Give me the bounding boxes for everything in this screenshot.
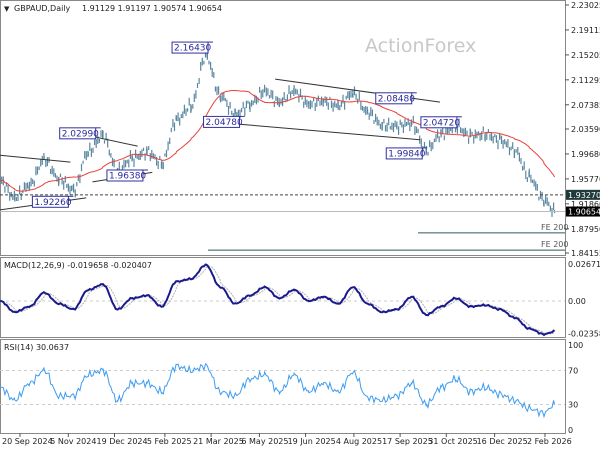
x-tick-label: 31 Oct 2025 (428, 437, 477, 446)
y-tick-label: 1.91860 (571, 200, 600, 209)
price-annotation-label: 2.08480 (378, 94, 415, 104)
rsi-tick-label: 0 (568, 426, 573, 435)
ohlc-values: 1.91129 1.91197 1.90574 1.90654 (82, 4, 222, 13)
fe-label: FE 200 (541, 223, 568, 232)
price-level-label: 1.93270 (568, 191, 600, 200)
price-annotation-label: 1.99840 (388, 149, 425, 159)
x-tick-label: 2 Feb 2026 (527, 437, 572, 446)
y-tick-label: 1.84155 (571, 249, 600, 258)
x-tick-label: 21 Mar 2025 (193, 437, 244, 446)
rsi-tick-label: 30 (568, 401, 578, 410)
dropdown-arrow-icon[interactable]: ▼ (4, 5, 10, 13)
price-annotation-label: 1.96380 (109, 172, 146, 182)
y-tick-label: 1.99680 (571, 150, 600, 159)
rsi-tick-label: 100 (568, 341, 583, 350)
rsi-panel (0, 339, 566, 434)
x-tick-label: 4 Aug 2025 (336, 437, 382, 446)
x-tick-label: 19 Dec 2024 (97, 437, 148, 446)
price-annotation-label: 2.02990 (62, 129, 99, 139)
x-tick-label: 5 Feb 2025 (147, 437, 192, 446)
x-tick-label: 16 Dec 2025 (477, 437, 528, 446)
price-annotation-label: 2.04780 (206, 118, 243, 128)
y-tick-label: 2.15205 (571, 51, 600, 60)
y-tick-label: 2.03590 (571, 125, 600, 134)
rsi-title: RSI(14) 30.0637 (4, 343, 69, 352)
y-tick-label: 2.11295 (571, 76, 600, 85)
gbpaud-chart[interactable]: ActionForex FE 200 FE 200 2.16430 2.02990 1.… (0, 0, 600, 450)
macd-tick-label: 0.026715 (568, 260, 600, 269)
symbol-title: GBPAUD,Daily (14, 4, 71, 13)
watermark: ActionForex (365, 35, 476, 57)
x-tick-label: 17 Sep 2025 (382, 437, 433, 446)
price-level-label: 1.90654 (568, 208, 600, 217)
price-annotation-label: 2.04720 (423, 118, 460, 128)
y-tick-label: 2.19115 (571, 26, 600, 35)
y-tick-label: 2.07385 (571, 101, 600, 110)
fe-label: FE 200 (541, 240, 568, 249)
x-tick-label: 6 May 2025 (241, 437, 288, 446)
macd-tick-label: 0.00 (568, 297, 586, 306)
y-tick-label: 1.87950 (571, 225, 600, 234)
y-tick-label: 1.95770 (571, 175, 600, 184)
x-tick-label: 5 Nov 2024 (50, 437, 96, 446)
macd-title: MACD(12,26,9) -0.019658 -0.020407 (4, 261, 152, 270)
macd-tick-label: -0.023588 (568, 330, 600, 339)
y-tick-label: 2.23025 (571, 1, 600, 10)
price-annotation-label: 2.16430 (174, 44, 211, 54)
x-tick-label: 19 Jun 2025 (288, 437, 336, 446)
price-annotation-label: 1.92260 (34, 198, 71, 208)
rsi-tick-label: 70 (568, 367, 578, 376)
x-tick-label: 20 Sep 2024 (2, 437, 53, 446)
